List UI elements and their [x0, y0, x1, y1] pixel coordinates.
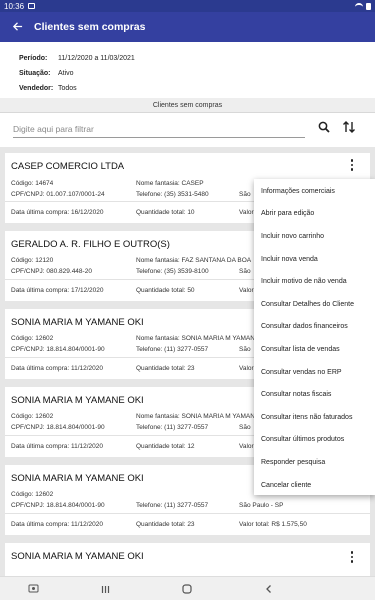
filter-input[interactable]	[13, 121, 305, 138]
client-name: SONIA MARIA M YAMANE OKI	[11, 317, 144, 328]
client-fantasy-name: Nome fantasia: SONIA MARIA M YAMANE	[136, 335, 254, 342]
menu-item-cancelar-cliente[interactable]: Cancelar cliente	[254, 474, 375, 497]
client-name: GERALDO A. R. FILHO E OUTRO(S)	[11, 239, 170, 250]
menu-item-detalhes-cliente[interactable]: Consultar Detalhes do Cliente	[254, 293, 375, 316]
more-vert-icon[interactable]	[348, 550, 356, 564]
menu-item-itens-nao-faturados[interactable]: Consultar itens não faturados	[254, 406, 375, 429]
client-total-value: Valor	[239, 443, 254, 450]
client-last-purchase: Data última compra: 11/12/2020	[11, 365, 104, 372]
client-city: São	[239, 424, 251, 431]
status-bar: 10:36	[0, 0, 375, 12]
client-cnpj: CPF/CNPJ: 01.007.107/0001-24	[11, 191, 105, 198]
screenshot-assist-icon[interactable]	[28, 584, 39, 594]
menu-item-informacoes-comerciais[interactable]: Informações comerciais	[254, 180, 375, 203]
vendedor-value: Todos	[58, 85, 77, 92]
menu-item-notas-fiscais[interactable]: Consultar notas fiscais	[254, 383, 375, 406]
situacao-label: Situação:	[19, 70, 51, 77]
menu-item-ultimos-produtos[interactable]: Consultar últimos produtos	[254, 429, 375, 452]
menu-item-dados-financeiros[interactable]: Consultar dados financeiros	[254, 316, 375, 339]
client-phone: Telefone: (11) 3277-0557	[136, 424, 209, 431]
client-fantasy-name: Nome fantasia: FAZ SANTANA DA BOA	[136, 257, 252, 264]
divider	[5, 513, 370, 514]
arrow-left-icon	[12, 21, 22, 31]
client-total-quantity: Quantidade total: 23	[136, 521, 195, 528]
recents-icon[interactable]	[101, 585, 110, 594]
menu-item-motivo-nao-venda[interactable]: Incluir motivo de não venda	[254, 270, 375, 293]
client-cnpj: CPF/CNPJ: 18.814.804/0001-90	[11, 346, 105, 353]
client-fantasy-name: Nome fantasia: CASEP	[136, 180, 204, 187]
page-title: Clientes sem compras	[34, 21, 146, 33]
client-context-menu: Informações comerciais Abrir para edição…	[254, 179, 375, 495]
client-code: Código: 12602	[11, 335, 54, 342]
client-total-value: Valor	[239, 365, 254, 372]
client-name: SONIA MARIA M YAMANE OKI	[11, 473, 144, 484]
client-phone: Telefone: (35) 3531-5480	[136, 191, 209, 198]
wifi-icon	[355, 3, 363, 9]
status-time: 10:36	[4, 1, 25, 11]
client-name: CASEP COMERCIO LTDA	[11, 161, 125, 172]
client-phone: Telefone: (11) 3277-0557	[136, 346, 209, 353]
client-cnpj: CPF/CNPJ: 18.814.804/0001-90	[11, 424, 105, 431]
client-cnpj: CPF/CNPJ: 080.829.448-20	[11, 268, 92, 275]
client-cnpj: CPF/CNPJ: 18.814.804/0001-90	[11, 502, 105, 509]
nav-back-icon[interactable]	[264, 584, 273, 594]
situacao-value: Ativo	[58, 70, 74, 77]
client-phone: Telefone: (35) 3539-8100	[136, 268, 209, 275]
menu-item-vendas-erp[interactable]: Consultar vendas no ERP	[254, 361, 375, 384]
client-total-quantity: Quantidade total: 23	[136, 365, 195, 372]
section-title: Clientes sem compras	[0, 98, 375, 113]
client-total-quantity: Quantidade total: 12	[136, 443, 195, 450]
client-code: Código: 14674	[11, 180, 54, 187]
more-vert-icon[interactable]	[348, 158, 356, 172]
client-last-purchase: Data última compra: 16/12/2020	[11, 209, 104, 216]
menu-item-responder-pesquisa[interactable]: Responder pesquisa	[254, 451, 375, 474]
home-icon[interactable]	[182, 584, 192, 594]
client-city: São	[239, 268, 251, 275]
periodo-value: 11/12/2020 a 11/03/2021	[58, 55, 135, 62]
client-last-purchase: Data última compra: 11/12/2020	[11, 443, 104, 450]
menu-item-incluir-carrinho[interactable]: Incluir novo carrinho	[254, 225, 375, 248]
client-code: Código: 12120	[11, 257, 54, 264]
menu-item-lista-vendas[interactable]: Consultar lista de vendas	[254, 338, 375, 361]
image-notification-icon	[28, 3, 36, 9]
client-name: SONIA MARIA M YAMANE OKI	[11, 551, 144, 562]
vendedor-label: Vendedor:	[19, 85, 54, 92]
battery-icon	[366, 2, 371, 10]
client-code: Código: 12602	[11, 413, 54, 420]
client-total-quantity: Quantidade total: 10	[136, 209, 195, 216]
back-button[interactable]	[0, 20, 34, 35]
client-total-value: Valor total: R$ 1.575,50	[239, 521, 307, 528]
client-last-purchase: Data última compra: 11/12/2020	[11, 521, 104, 528]
client-fantasy-name: Nome fantasia: SONIA MARIA M YAMANE	[136, 413, 254, 420]
client-total-quantity: Quantidade total: 50	[136, 287, 195, 294]
system-nav-bar	[0, 576, 375, 600]
client-last-purchase: Data última compra: 17/12/2020	[11, 287, 104, 294]
client-phone: Telefone: (11) 3277-0557	[136, 502, 209, 509]
menu-item-incluir-venda[interactable]: Incluir nova venda	[254, 248, 375, 271]
filter-summary: Período: 11/12/2020 a 11/03/2021 Situação…	[0, 42, 375, 98]
client-code: Código: 12602	[11, 491, 54, 498]
client-city: São Paulo - SP	[239, 502, 284, 509]
client-total-value: Valor	[239, 209, 254, 216]
app-bar: Clientes sem compras	[0, 12, 375, 42]
search-icon[interactable]	[318, 121, 330, 133]
client-city: São	[239, 191, 251, 198]
client-name: SONIA MARIA M YAMANE OKI	[11, 395, 144, 406]
periodo-label: Período:	[19, 55, 48, 62]
filter-bar	[0, 113, 375, 147]
menu-item-abrir-edicao[interactable]: Abrir para edição	[254, 203, 375, 226]
client-city: São	[239, 346, 251, 353]
client-total-value: Valor	[239, 287, 254, 294]
sort-icon[interactable]	[342, 120, 356, 134]
